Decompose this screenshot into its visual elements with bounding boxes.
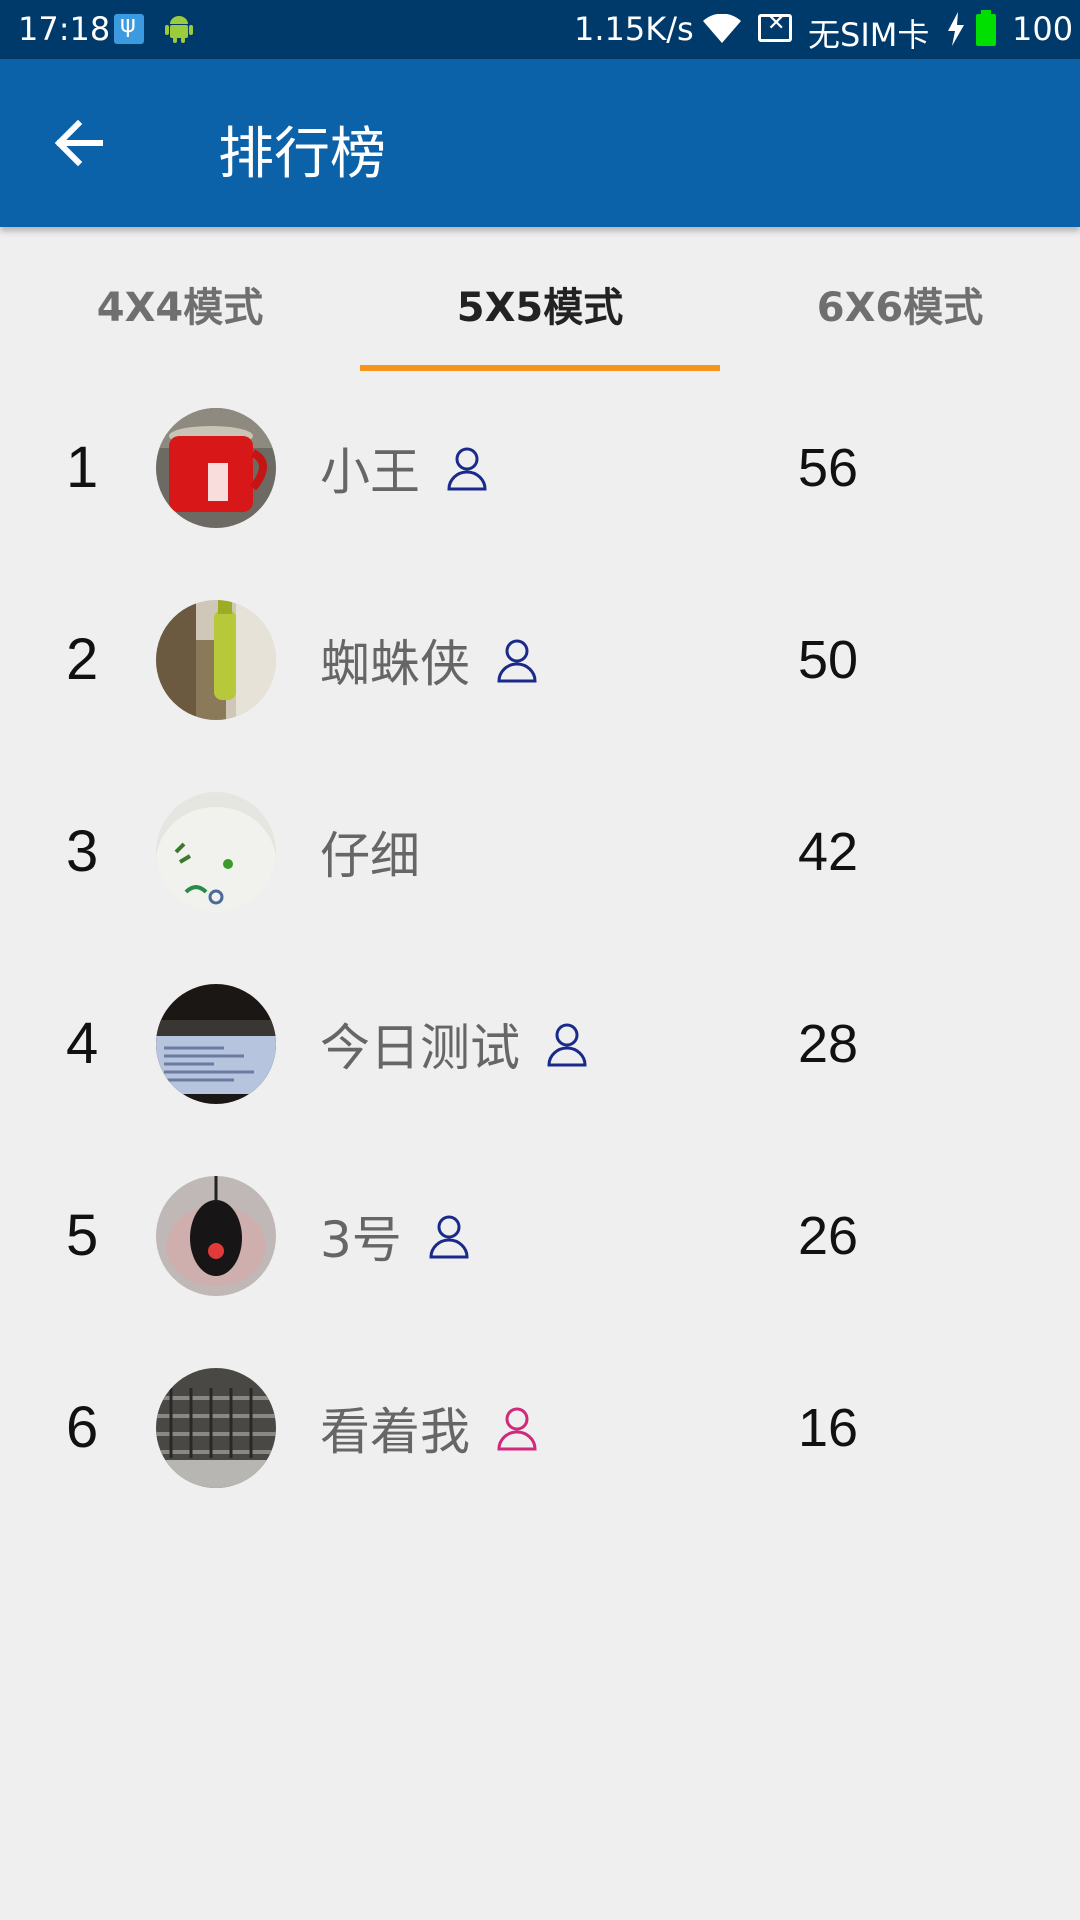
- page-title: 排行榜: [218, 122, 386, 187]
- back-button[interactable]: [40, 103, 120, 183]
- player-score: 26: [798, 1206, 859, 1266]
- leaderboard-row[interactable]: 6 看着我 16: [0, 1332, 1080, 1524]
- carrier-label: 无SIM卡: [808, 16, 930, 54]
- player-name: 看着我: [320, 1403, 470, 1461]
- usb-icon: [114, 10, 144, 44]
- player-name: 3号: [320, 1211, 402, 1269]
- player-score: 28: [798, 1014, 859, 1074]
- avatar[interactable]: [156, 1368, 276, 1488]
- male-user-icon: [497, 639, 537, 683]
- battery-level: 100: [1012, 10, 1074, 48]
- leaderboard-row[interactable]: 2 蜘蛛侠 50: [0, 564, 1080, 756]
- rank-number: 5: [66, 1203, 99, 1268]
- female-user-icon: [497, 1407, 537, 1451]
- active-tab-indicator: [360, 365, 720, 371]
- player-score: 42: [798, 822, 859, 882]
- rank-number: 3: [66, 819, 99, 884]
- leaderboard-row[interactable]: 1 小王 56: [0, 372, 1080, 564]
- rank-number: 1: [66, 435, 99, 500]
- avatar[interactable]: [156, 792, 276, 912]
- player-name: 小王: [320, 443, 420, 501]
- tab-5x5[interactable]: 5X5模式: [360, 227, 720, 372]
- tab-4x4[interactable]: 4X4模式: [0, 227, 360, 372]
- network-speed: 1.15K/s: [574, 10, 694, 48]
- wifi-icon: [703, 14, 741, 43]
- leaderboard-row[interactable]: 3 仔细 42: [0, 756, 1080, 948]
- player-name: 蜘蛛侠: [320, 635, 470, 693]
- player-name: 仔细: [320, 827, 420, 885]
- player-name: 今日测试: [320, 1019, 520, 1077]
- avatar[interactable]: [156, 408, 276, 528]
- player-score: 50: [798, 630, 859, 690]
- male-user-icon: [447, 447, 487, 491]
- arrow-back-icon: [54, 119, 103, 167]
- male-user-icon: [547, 1023, 587, 1067]
- player-score: 16: [798, 1398, 859, 1458]
- rank-number: 2: [66, 627, 99, 692]
- rank-number: 6: [66, 1395, 99, 1460]
- tab-6x6[interactable]: 6X6模式: [720, 227, 1080, 372]
- charging-icon: [948, 12, 964, 46]
- leaderboard-row[interactable]: 4 今日测试 28: [0, 948, 1080, 1140]
- avatar[interactable]: [156, 600, 276, 720]
- status-bar: 17:18 1.15K/s 无SIM卡 100: [0, 0, 1080, 59]
- android-icon: [165, 16, 193, 43]
- app-bar: 排行榜: [0, 59, 1080, 227]
- rank-number: 4: [66, 1011, 99, 1076]
- male-user-icon: [429, 1215, 469, 1259]
- battery-icon: [976, 10, 996, 46]
- no-sim-icon: [758, 11, 792, 42]
- player-score: 56: [798, 438, 859, 498]
- mode-tabs: 4X4模式 5X5模式 6X6模式: [0, 227, 1080, 372]
- leaderboard-row[interactable]: 5 3号 26: [0, 1140, 1080, 1332]
- avatar[interactable]: [156, 1176, 276, 1296]
- status-time: 17:18: [18, 10, 111, 48]
- avatar[interactable]: [156, 984, 276, 1104]
